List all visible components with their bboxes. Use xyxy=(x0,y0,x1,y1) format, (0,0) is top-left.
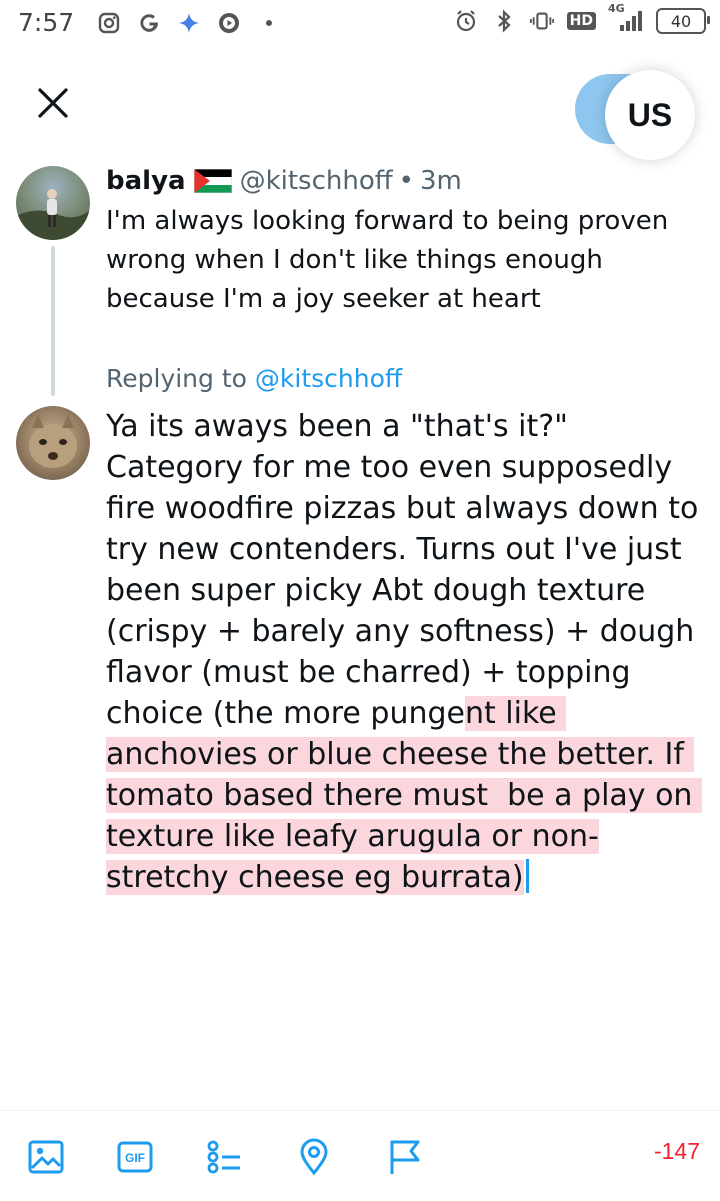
add-gif-button[interactable]: GIF xyxy=(115,1137,155,1177)
composer-avatar xyxy=(16,406,90,480)
original-tweet-text: I'm always looking forward to being prov… xyxy=(106,206,669,314)
add-image-button[interactable] xyxy=(26,1137,66,1177)
close-icon xyxy=(38,88,68,118)
account-switcher[interactable]: US xyxy=(575,70,720,160)
instagram-icon xyxy=(96,10,122,36)
replying-to-line: Replying to @kitschhoff xyxy=(106,364,402,393)
signal-icon: 4G xyxy=(608,2,644,34)
tweet-timestamp: 3m xyxy=(420,166,462,196)
author-handle[interactable]: @kitschhoff xyxy=(240,166,393,196)
user-avatar[interactable]: US xyxy=(605,70,695,160)
battery-level: 40 xyxy=(670,11,692,31)
add-poll-button[interactable] xyxy=(204,1137,244,1177)
image-icon xyxy=(28,1140,64,1174)
battery-indicator: 40 xyxy=(656,8,710,34)
replying-to-handle[interactable]: @kitschhoff xyxy=(255,364,402,393)
more-notifications-dot-icon xyxy=(256,10,282,36)
add-location-button[interactable] xyxy=(294,1137,334,1177)
original-author-avatar[interactable] xyxy=(16,166,90,240)
thread-connector-line xyxy=(51,246,55,396)
meta-separator: • xyxy=(398,166,414,196)
bluetooth-icon xyxy=(491,8,517,34)
close-button[interactable] xyxy=(30,80,76,126)
hd-voice-badge: HD xyxy=(566,12,596,30)
author-name[interactable]: balya xyxy=(106,166,186,196)
character-count: -147 xyxy=(653,1138,700,1164)
gif-icon: GIF xyxy=(117,1141,153,1173)
network-type-label: 4G xyxy=(608,2,625,15)
poll-icon xyxy=(207,1140,240,1174)
notification-icons xyxy=(96,10,282,36)
gemini-icon xyxy=(176,10,202,36)
original-tweet-header: balya @kitschhoff • 3m xyxy=(106,166,462,196)
hiker-photo xyxy=(16,189,90,240)
animal-photo xyxy=(29,414,77,468)
reply-text-input[interactable]: Ya its aways been a "that's it?" Categor… xyxy=(106,406,706,898)
text-cursor xyxy=(525,859,529,893)
palestine-flag-icon xyxy=(193,168,232,194)
report-flag-button[interactable] xyxy=(384,1137,424,1177)
alarm-icon xyxy=(453,8,479,34)
status-time: 7:57 xyxy=(18,8,75,37)
status-bar: 7:57 HD 4G 40 xyxy=(0,0,720,48)
media-play-icon xyxy=(216,10,242,36)
replying-to-label: Replying to xyxy=(106,364,247,393)
system-icons: HD 4G 40 xyxy=(453,2,710,34)
composer-toolbar: GIF xyxy=(0,1110,720,1201)
vibrate-icon xyxy=(529,8,555,34)
google-icon xyxy=(136,10,162,36)
svg-text:GIF: GIF xyxy=(125,1151,145,1165)
location-pin-icon xyxy=(300,1138,328,1176)
reply-text-within-limit: Ya its aways been a "that's it?" Categor… xyxy=(106,409,708,731)
flag-icon xyxy=(390,1140,420,1174)
